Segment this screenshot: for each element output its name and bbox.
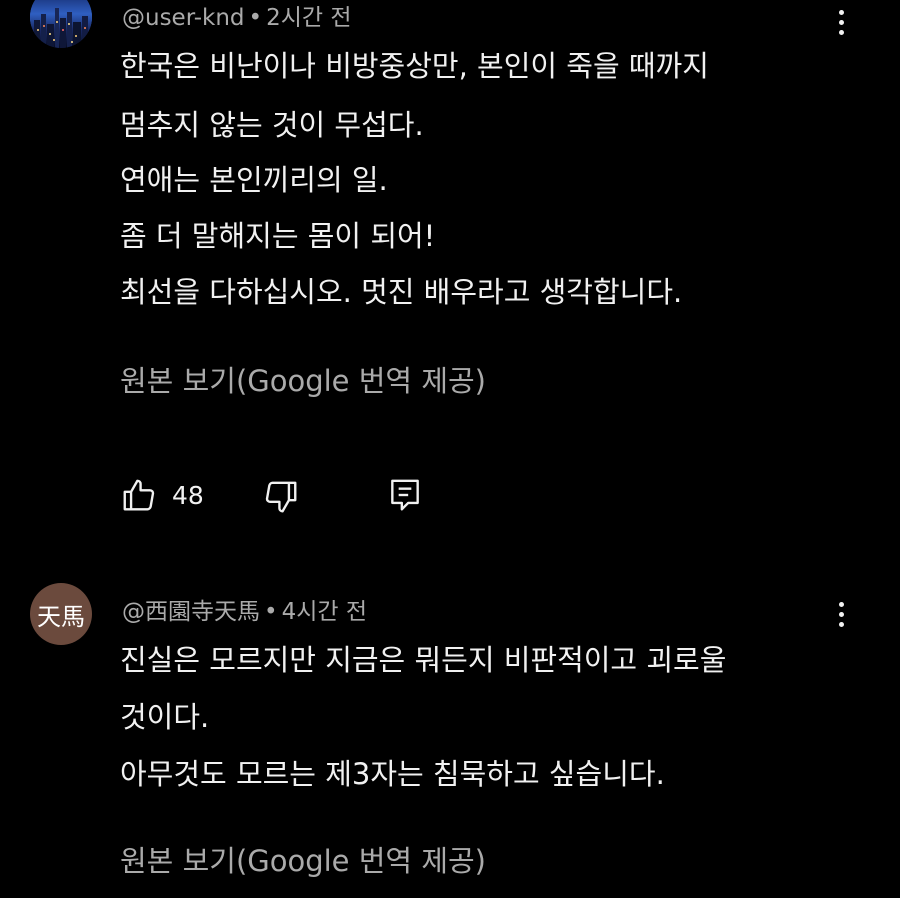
comment-2: 天馬 @西園寺天馬 • 4시간 전 진실은 모르지만 지금은 뭐든지 비판적이고 괴… (0, 580, 900, 898)
menu-dot (838, 621, 844, 627)
comment-time: 2시간 전 (266, 5, 352, 31)
comment-meta: @user-knd • 2시간 전 (122, 0, 352, 32)
comment-1: @user-knd • 2시간 전 한국은 비난이나 비방중상만, 본인이 죽을 때… (0, 0, 900, 540)
meta-separator: • (264, 599, 278, 625)
author-name[interactable]: @西園寺天馬 (122, 599, 260, 625)
like-count: 48 (172, 480, 204, 510)
reply-button[interactable] (386, 476, 424, 514)
comment-text-line: 아무것도 모르는 제3자는 침묵하고 싶습니다. (120, 757, 665, 791)
dislike-button[interactable] (262, 478, 300, 516)
avatar-text: 天馬 (37, 602, 85, 631)
reply-icon (391, 479, 419, 511)
comment-text-line: 연애는 본인끼리의 일. (120, 163, 388, 197)
thumbs-down-icon (265, 481, 297, 513)
comment-text-line: 최선을 다하십시오. 멋진 배우라고 생각합니다. (120, 275, 683, 309)
menu-dot (838, 601, 844, 607)
city-skyline-image (30, 0, 92, 48)
avatar[interactable] (30, 0, 92, 48)
comment-text-line: 좀 더 말해지는 몸이 되어! (120, 219, 436, 253)
menu-dot (838, 611, 844, 617)
menu-dot (838, 29, 844, 35)
see-original-link[interactable]: 원본 보기(Google 번역 제공) (120, 838, 486, 880)
author-name[interactable]: @user-knd (122, 5, 245, 31)
menu-dot (838, 19, 844, 25)
like-button[interactable]: 48 (120, 476, 204, 514)
thumbs-up-icon (123, 479, 155, 511)
see-original-link[interactable]: 원본 보기(Google 번역 제공) (120, 358, 486, 400)
more-options-button[interactable] (826, 2, 856, 42)
avatar[interactable]: 天馬 (30, 583, 92, 645)
comment-text-line: 멈추지 않는 것이 무섭다. (120, 108, 424, 142)
more-options-button[interactable] (826, 594, 856, 634)
comment-meta: @西園寺天馬 • 4시간 전 (122, 592, 367, 626)
comment-text-line: 것이다. (120, 700, 210, 734)
menu-dot (838, 9, 844, 15)
comment-text-line: 진실은 모르지만 지금은 뭐든지 비판적이고 괴로울 (120, 643, 727, 677)
comment-text-line: 한국은 비난이나 비방중상만, 본인이 죽을 때까지 (120, 49, 709, 83)
comment-time: 4시간 전 (281, 599, 368, 625)
meta-separator: • (248, 5, 263, 31)
